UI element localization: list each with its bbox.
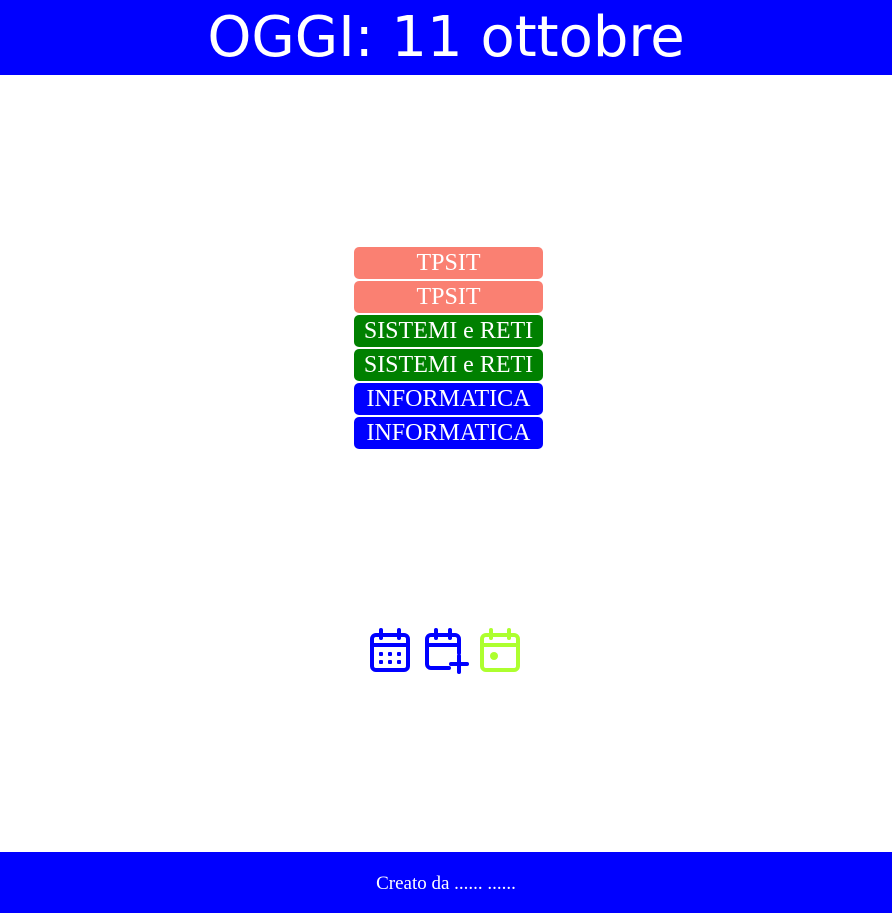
footer-credit: Creato da ...... ......: [376, 873, 516, 894]
lesson-list: TPSIT TPSIT SISTEMI e RETI SISTEMI e RET…: [354, 247, 543, 451]
calendar-add-button[interactable]: [423, 627, 469, 675]
lesson-item[interactable]: SISTEMI e RETI: [354, 315, 543, 347]
page-title: OGGI: 11 ottobre: [207, 5, 685, 70]
lesson-item[interactable]: TPSIT: [354, 247, 543, 279]
lesson-item[interactable]: TPSIT: [354, 281, 543, 313]
calendar-grid-button[interactable]: [368, 627, 414, 675]
page-footer: Creato da ...... ......: [0, 852, 892, 913]
calendar-today-icon: [480, 628, 520, 672]
calendar-today-button[interactable]: [478, 627, 524, 675]
calendar-add-icon: [425, 628, 469, 674]
lesson-item[interactable]: INFORMATICA: [354, 383, 543, 415]
calendar-toolbar: [368, 627, 528, 675]
page-header: OGGI: 11 ottobre: [0, 0, 892, 75]
lesson-item[interactable]: SISTEMI e RETI: [354, 349, 543, 381]
lesson-item[interactable]: INFORMATICA: [354, 417, 543, 449]
calendar-grid-icon: [370, 628, 410, 672]
